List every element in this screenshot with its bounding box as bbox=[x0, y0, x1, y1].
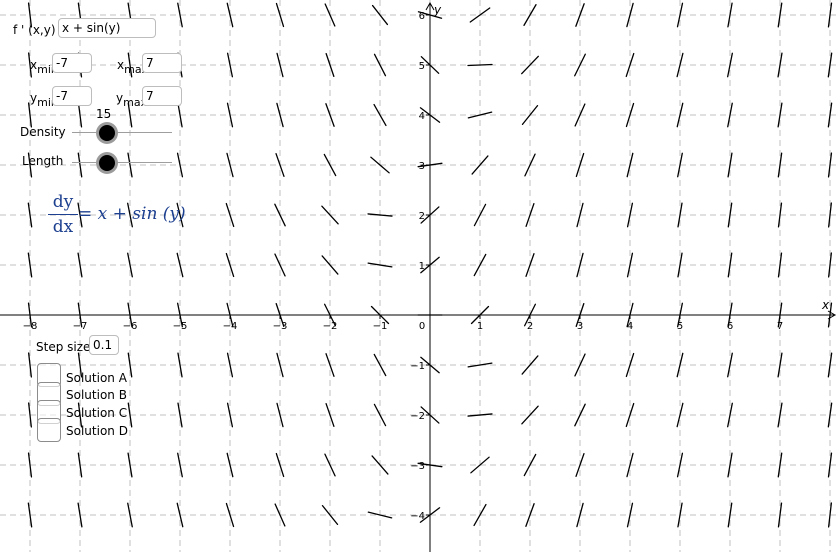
x-tick-label: 4 bbox=[627, 321, 633, 332]
x-tick-label: 1 bbox=[477, 321, 483, 332]
density-value: 15 bbox=[96, 107, 112, 121]
density-label: Density bbox=[20, 125, 66, 139]
x-tick-label: −5 bbox=[173, 321, 188, 332]
xmax-input[interactable]: 7 bbox=[142, 53, 182, 73]
x-tick-label: −8 bbox=[23, 321, 38, 332]
x-tick-label: 5 bbox=[677, 321, 683, 332]
y-tick-label: 4 bbox=[419, 111, 425, 122]
length-label: Length bbox=[22, 154, 64, 168]
y-tick-label: −1 bbox=[410, 361, 425, 372]
x-tick-label: −7 bbox=[73, 321, 88, 332]
x-tick-label: 3 bbox=[577, 321, 583, 332]
length-slider-handle[interactable] bbox=[99, 155, 115, 171]
x-tick-label: 2 bbox=[527, 321, 533, 332]
y-tick-label: −3 bbox=[410, 461, 425, 472]
length-slider-track[interactable] bbox=[72, 162, 172, 163]
solution-b-label: Solution B bbox=[66, 388, 127, 402]
solution-c-label: Solution C bbox=[66, 406, 128, 420]
y-tick-label: −2 bbox=[410, 411, 425, 422]
solution-d-label: Solution D bbox=[66, 424, 128, 438]
step-size-label: Step size: bbox=[36, 340, 95, 354]
density-slider-track[interactable] bbox=[72, 132, 172, 133]
formula-rhs: = x + sin (y) bbox=[78, 204, 186, 224]
x-tick-label: 0 bbox=[419, 321, 425, 332]
function-input[interactable]: x + sin(y) bbox=[58, 18, 156, 38]
density-slider-handle[interactable] bbox=[99, 125, 115, 141]
x-tick-label: −6 bbox=[123, 321, 138, 332]
step-size-input[interactable]: 0.1 bbox=[89, 335, 119, 355]
y-tick-label: 5 bbox=[419, 61, 425, 72]
x-tick-label: 7 bbox=[777, 321, 783, 332]
formula-denominator: dx bbox=[52, 217, 74, 237]
y-tick-label: −4 bbox=[410, 511, 425, 522]
solution-d-checkbox[interactable] bbox=[37, 418, 61, 442]
formula-numerator: dy bbox=[52, 192, 74, 212]
tick-labels: x y −8 −7 −6 −5 −4 −3 −2 −1 0 1 2 3 4 5 6 7 6 5 4 3 2 1 −1 −2 −3 −4 bbox=[23, 3, 830, 522]
ymin-input[interactable]: -7 bbox=[52, 86, 92, 106]
y-axis-label: y bbox=[433, 3, 442, 17]
x-tick-label: −2 bbox=[323, 321, 338, 332]
y-tick-label: 3 bbox=[419, 161, 425, 172]
xmin-input[interactable]: -7 bbox=[52, 53, 92, 73]
ymax-input[interactable]: 7 bbox=[142, 86, 182, 106]
y-tick-label: 1 bbox=[419, 261, 425, 272]
x-axis-label: x bbox=[821, 298, 830, 312]
y-tick-label: 2 bbox=[419, 211, 425, 222]
fraction-bar bbox=[48, 214, 78, 215]
y-tick-label: 6 bbox=[419, 11, 425, 22]
slope-field-graph[interactable]: x y −8 −7 −6 −5 −4 −3 −2 −1 0 1 2 3 4 5 6 7 6 5 4 3 2 1 −1 −2 −3 −4 bbox=[0, 0, 838, 552]
x-tick-label: 6 bbox=[727, 321, 733, 332]
differential-equation: dy dx = x + sin (y) bbox=[48, 192, 208, 242]
x-tick-label: −1 bbox=[373, 321, 388, 332]
x-tick-label: −4 bbox=[223, 321, 238, 332]
x-tick-label: −3 bbox=[273, 321, 288, 332]
solution-a-label: Solution A bbox=[66, 371, 127, 385]
